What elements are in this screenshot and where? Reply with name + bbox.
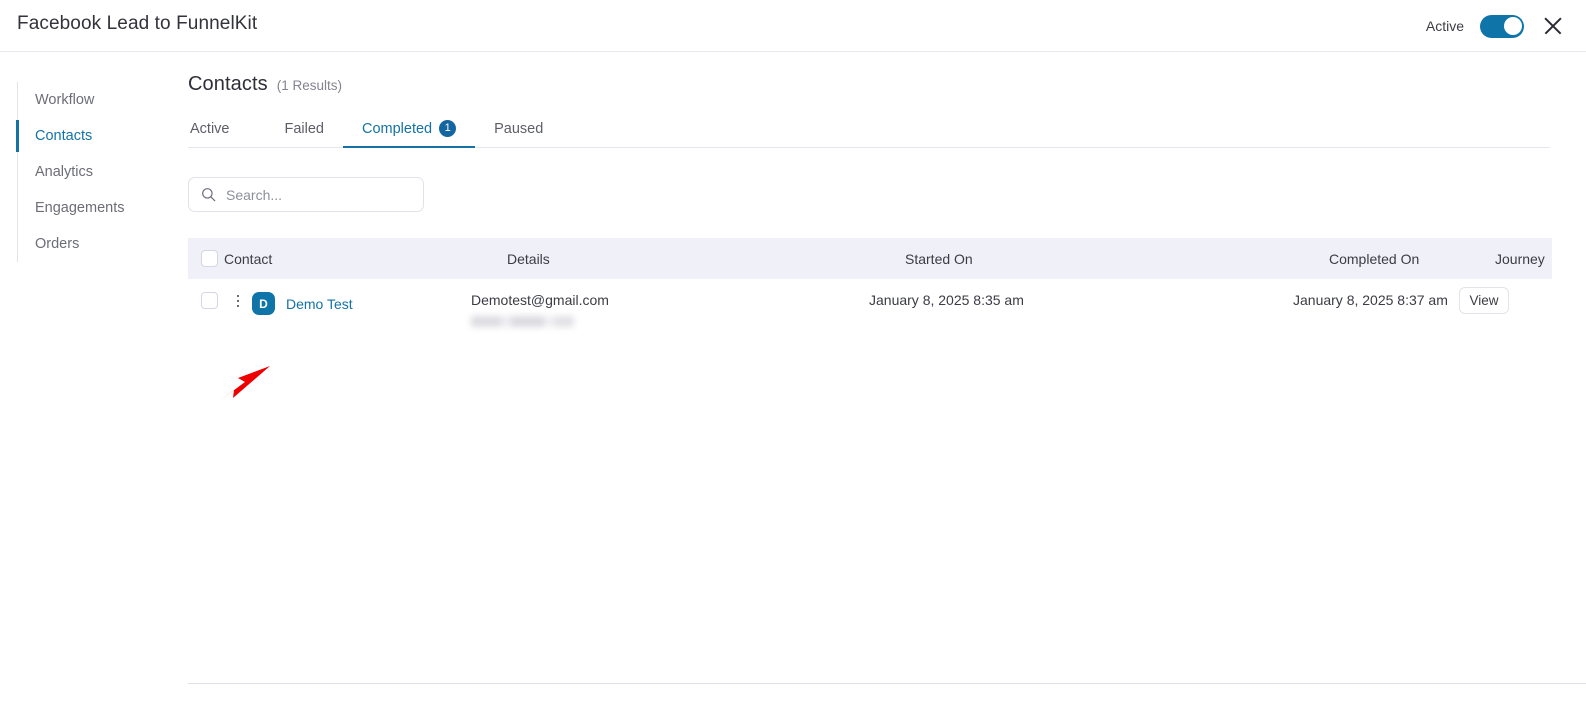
dot [236,304,240,308]
page-title: Facebook Lead to FunnelKit [17,13,258,34]
completed-on-cell: January 8, 2025 8:37 am [1293,292,1448,308]
contacts-header: Contacts (1 Results) [188,52,1586,96]
tab-active[interactable]: Active [188,121,266,147]
contact-email: Demotest@gmail.com [471,292,609,308]
sidebar-item-label: Engagements [35,200,125,216]
row-select-cell [188,292,224,309]
column-header-journey: Journey [1495,250,1545,267]
tab-failed[interactable]: Failed [266,121,344,147]
search-box[interactable] [188,177,424,212]
dot [236,294,240,298]
tab-label: Completed [362,120,433,137]
toggle-knob [1503,17,1522,35]
contact-cell: D Demo Test [252,292,471,315]
tab-label: Active [190,121,230,137]
select-all-cell [188,250,224,267]
close-icon[interactable] [1540,13,1566,39]
sidebar-item-contacts[interactable]: Contacts [16,118,167,154]
status-label: Active [1425,18,1464,34]
sidebar-item-label: Analytics [35,164,94,180]
redacted-contact-detail [471,315,574,327]
column-header-details: Details [507,250,550,267]
column-header-contact: Contact [224,250,273,267]
sidebar: Workflow Contacts Analytics Engagements … [16,82,167,262]
table-header-row: Contact Details Started On Completed On … [188,238,1552,279]
tab-paused[interactable]: Paused [475,121,562,147]
contacts-table: Contact Details Started On Completed On … [188,238,1552,335]
sidebar-item-orders[interactable]: Orders [18,226,167,262]
main-content: Contacts (1 Results) Active Failed Compl… [188,52,1586,706]
tab-completed[interactable]: Completed 1 [343,120,476,148]
select-all-checkbox[interactable] [201,250,218,267]
tab-label: Failed [284,121,325,137]
tab-badge-count: 1 [439,120,457,137]
active-toggle[interactable] [1480,14,1524,38]
results-count: (1 Results) [276,78,342,93]
workflow-body: Workflow Contacts Analytics Engagements … [0,52,1586,706]
titlebar-actions: Active [1426,0,1566,52]
row-checkbox[interactable] [201,292,218,309]
contacts-tabs: Active Failed Completed 1 Paused [188,115,1550,148]
details-cell: Demotest@gmail.com [471,292,869,327]
sidebar-item-engagements[interactable]: Engagements [18,190,167,226]
sidebar-item-workflow[interactable]: Workflow [18,82,167,118]
footer-divider [188,683,1586,684]
window-title-bar: Facebook Lead to FunnelKit Active [0,0,1586,52]
contacts-title: Contacts [188,73,268,95]
avatar: D [252,292,275,315]
started-on-cell: January 8, 2025 8:35 am [869,292,1024,308]
dot [236,299,240,303]
sidebar-item-label: Workflow [35,92,95,108]
search-input[interactable] [226,186,411,203]
tab-label: Paused [494,121,544,137]
table-row: D Demo Test Demotest@gmail.com January 8… [188,279,1552,335]
sidebar-item-analytics[interactable]: Analytics [18,154,167,190]
contact-name-link[interactable]: Demo Test [286,296,353,312]
view-journey-button[interactable]: View [1459,287,1509,314]
sidebar-item-label: Orders [35,236,80,252]
kebab-menu-icon[interactable] [230,292,246,310]
row-actions-menu[interactable] [224,292,252,310]
column-header-started-on: Started On [905,250,973,267]
column-header-completed-on: Completed On [1329,250,1420,267]
search-icon [201,187,216,202]
sidebar-item-label: Contacts [35,128,93,144]
journey-cell: View [1459,287,1551,314]
